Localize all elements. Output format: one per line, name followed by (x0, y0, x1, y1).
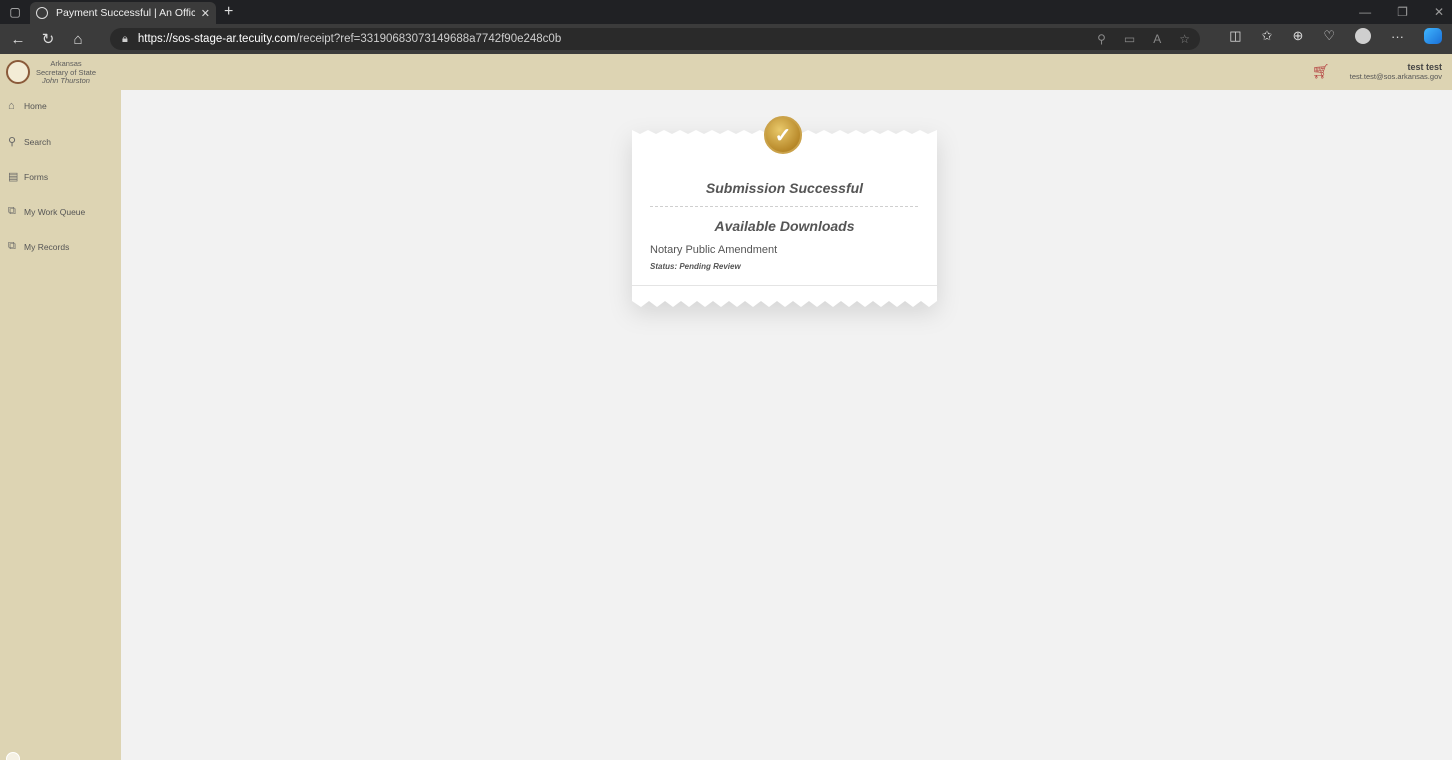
home-browser-icon[interactable]: ⌂ (66, 31, 90, 48)
sidebar-item-label: Search (24, 136, 51, 147)
user-info[interactable]: test test test.test@sos.arkansas.gov (1350, 62, 1442, 81)
new-tab-icon[interactable]: + (224, 3, 233, 21)
window-close-icon[interactable]: ✕ (1434, 5, 1444, 19)
tab-close-icon[interactable]: ✕ (201, 7, 210, 20)
records-icon: ⧉ (8, 240, 16, 252)
window-controls: — ❐ ✕ (1359, 0, 1444, 24)
state-seal-logo[interactable] (6, 60, 30, 84)
favorites-icon[interactable]: ✩ (1262, 28, 1273, 44)
copilot-icon[interactable] (1424, 28, 1442, 44)
lock-icon[interactable]: 🔒︎ (122, 33, 128, 46)
home-icon: ⌂ (8, 100, 15, 112)
favorite-star-icon[interactable]: ☆ (1179, 32, 1190, 46)
sidebar-item-records[interactable]: ⧉ My Records (8, 240, 69, 253)
profile-avatar[interactable] (1355, 28, 1371, 44)
receipt-divider (650, 206, 918, 207)
work-queue-icon: ⧉ (8, 205, 16, 217)
restore-icon[interactable]: ❐ (1397, 5, 1408, 19)
minimize-icon[interactable]: — (1359, 5, 1371, 19)
sidebar-item-label: My Records (24, 241, 70, 252)
collections-icon[interactable]: ⊕ (1292, 28, 1303, 44)
brand-official: John Thurston (42, 76, 90, 85)
download-document-link[interactable]: Notary Public Amendment (650, 244, 777, 256)
sidebar: ⌂ Home ⚲ Search ▤ Forms ⧉ My Work Queue … (0, 90, 121, 760)
site-favicon-icon (36, 7, 48, 19)
sidebar-item-forms[interactable]: ▤ Forms (8, 170, 48, 183)
sidebar-item-label: My Work Queue (24, 206, 86, 217)
tab-title: Payment Successful | An Official (56, 7, 195, 19)
address-bar-tools: ⚲ ▭ A ☆ (1097, 32, 1190, 46)
sidebar-item-home[interactable]: ⌂ Home (8, 100, 47, 112)
brand-text: Arkansas Secretary of State John Thursto… (36, 59, 96, 86)
user-name: test test (1407, 62, 1442, 72)
url-path: /receipt?ref=33190683073149688a7742f90e2… (296, 33, 562, 45)
receipt-body (632, 134, 937, 297)
reader-icon[interactable]: ▭ (1124, 32, 1135, 46)
address-bar[interactable]: 🔒︎ https://sos-stage-ar.tecuity.com/rece… (110, 28, 1200, 50)
url-host: https://sos-stage-ar.tecuity.com (137, 33, 297, 45)
split-screen-icon[interactable]: ◫ (1229, 28, 1241, 44)
document-status: Status: Pending Review (650, 262, 741, 271)
browser-tab[interactable]: Payment Successful | An Official ✕ (30, 2, 216, 24)
sidebar-item-label: Home (24, 101, 47, 111)
cart-icon[interactable]: 🛒︎ (1312, 63, 1330, 80)
app-header: Arkansas Secretary of State John Thursto… (0, 54, 1452, 90)
sidebar-item-label: Forms (24, 171, 49, 182)
help-launcher-icon[interactable] (6, 752, 20, 760)
success-check-icon: ✓ (764, 116, 802, 154)
forms-icon: ▤ (8, 171, 19, 183)
more-icon[interactable]: ··· (1391, 29, 1404, 44)
sidebar-item-work-queue[interactable]: ⧉ My Work Queue (8, 205, 85, 218)
receipt-torn-bottom (632, 295, 937, 307)
user-email: test.test@sos.arkansas.gov (1349, 72, 1442, 81)
zoom-icon[interactable]: ⚲ (1097, 32, 1106, 46)
tab-actions-icon[interactable]: ▢ (0, 0, 30, 24)
search-icon: ⚲ (8, 136, 17, 148)
refresh-icon[interactable]: ↻ (36, 30, 60, 48)
browser-tools: ◫ ✩ ⊕ ♡ ··· (1229, 28, 1442, 44)
read-aloud-icon[interactable]: A (1153, 32, 1161, 46)
sidebar-item-search[interactable]: ⚲ Search (8, 135, 51, 148)
submission-title: Submission Successful (705, 180, 864, 196)
receipt-bottom-rule (632, 285, 937, 286)
back-icon[interactable]: ← (6, 31, 30, 48)
browser-tab-bar: ▢ Payment Successful | An Official ✕ + —… (0, 0, 1452, 24)
downloads-heading: Available Downloads (714, 218, 855, 234)
performance-icon[interactable]: ♡ (1323, 28, 1335, 44)
